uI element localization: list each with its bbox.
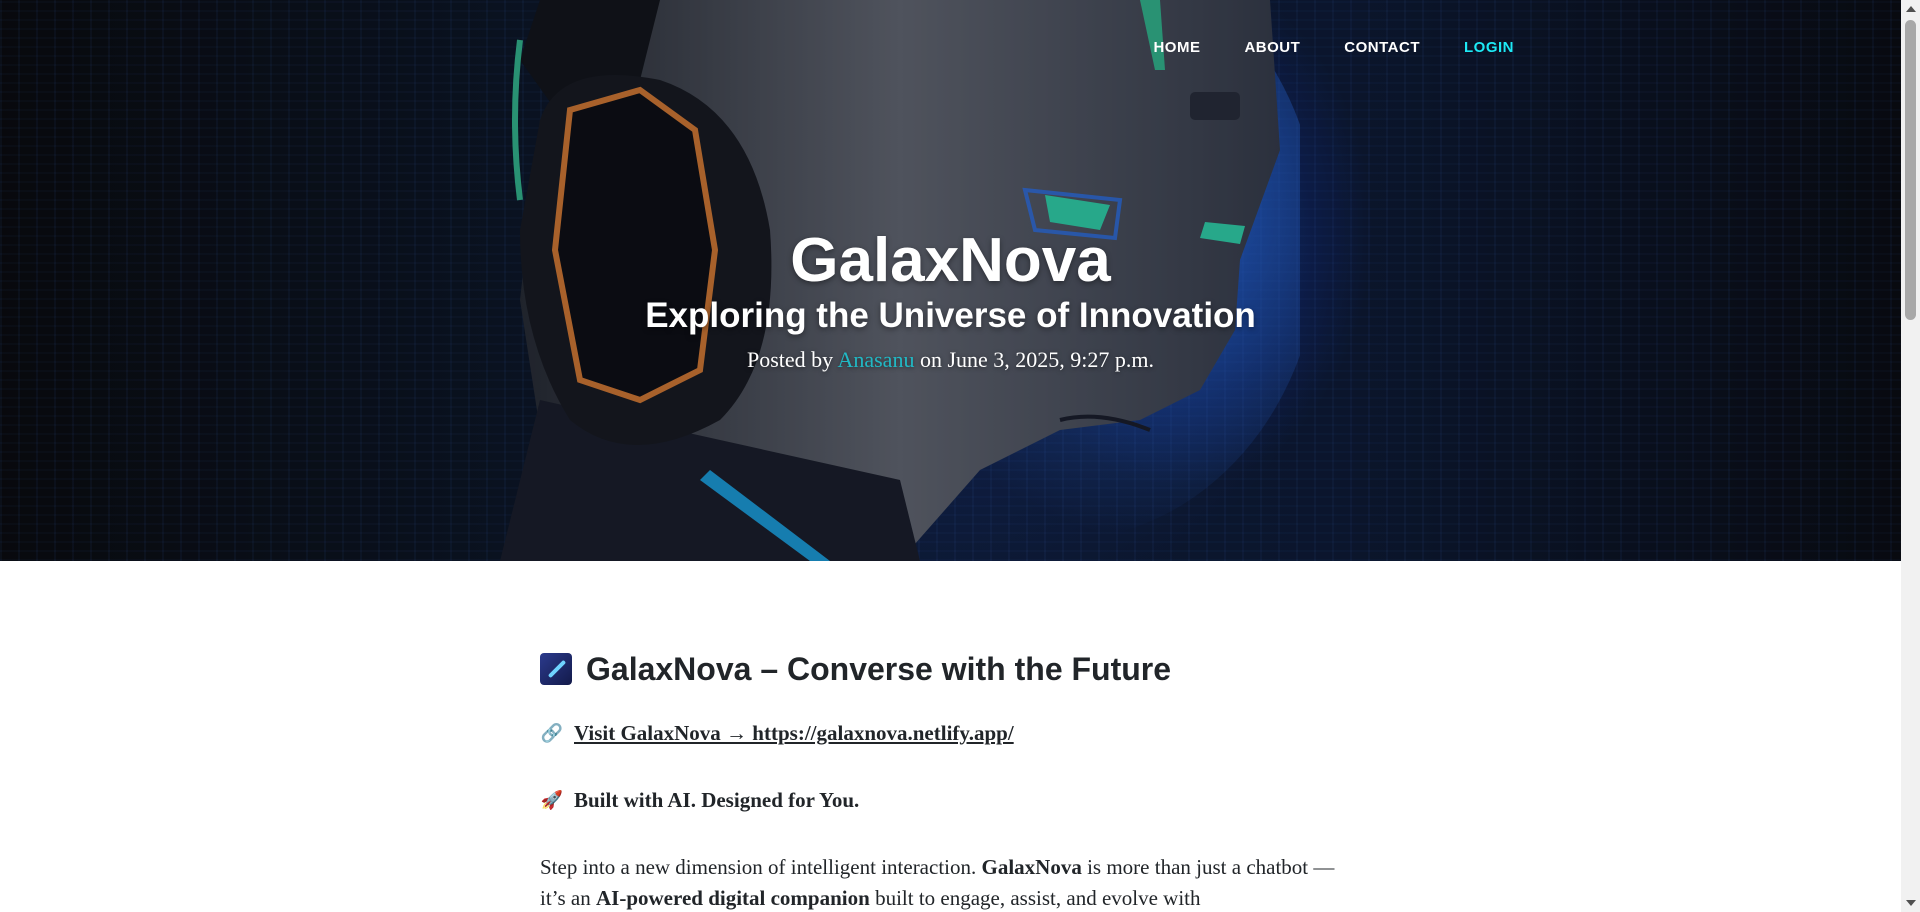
intro-paragraph: Step into a new dimension of intelligent… [540, 852, 1350, 912]
post-content: GalaxNova – Converse with the Future 🔗 V… [540, 644, 1350, 912]
nav-contact[interactable]: CONTACT [1322, 36, 1442, 60]
scroll-up-icon[interactable] [1906, 6, 1916, 12]
page-viewport: HOME ABOUT CONTACT LOGIN GalaxNova Explo… [0, 0, 1901, 912]
nav-home[interactable]: HOME [1131, 36, 1222, 60]
site-title: GalaxNova [790, 226, 1111, 295]
site-subtitle: Exploring the Universe of Innovation [645, 296, 1256, 335]
visit-paragraph: 🔗 Visit GalaxNova → https://galaxnova.ne… [540, 718, 1350, 749]
intro-bold-1: GalaxNova [981, 855, 1082, 879]
main-nav: HOME ABOUT CONTACT LOGIN [1131, 36, 1536, 60]
intro-text-1: Step into a new dimension of intelligent… [540, 855, 982, 879]
hero-header: HOME ABOUT CONTACT LOGIN GalaxNova Explo… [0, 0, 1901, 561]
post-heading: GalaxNova – Converse with the Future [540, 644, 1350, 694]
post-date: on June 3, 2025, 9:27 p.m. [919, 347, 1155, 372]
scroll-down-icon[interactable] [1906, 900, 1916, 906]
post-meta: Posted by Anasanu on June 3, 2025, 9:27 … [0, 344, 1901, 376]
page-scrollbar[interactable] [1901, 0, 1920, 912]
intro-bold-2: AI-powered digital companion [596, 886, 870, 910]
link-icon: 🔗 [540, 723, 564, 743]
post-heading-text: GalaxNova – Converse with the Future [586, 651, 1172, 687]
visit-galaxnova-link[interactable]: Visit GalaxNova → https://galaxnova.netl… [574, 718, 1014, 749]
rocket-icon: 🚀 [540, 790, 564, 810]
intro-text-3: built to engage, assist, and evolve with [869, 886, 1201, 910]
tagline-text: Built with AI. Designed for You. [574, 788, 860, 812]
comet-icon [540, 653, 572, 685]
hero-heading: GalaxNova Exploring the Universe of Inno… [0, 226, 1901, 376]
scrollbar-thumb[interactable] [1905, 20, 1916, 320]
tagline-paragraph: 🚀 Built with AI. Designed for You. [540, 785, 1350, 816]
post-meta-prefix: Posted by [746, 347, 834, 372]
nav-login[interactable]: LOGIN [1442, 36, 1536, 60]
nav-about[interactable]: ABOUT [1222, 36, 1322, 60]
author-link[interactable]: Anasanu [837, 347, 914, 372]
